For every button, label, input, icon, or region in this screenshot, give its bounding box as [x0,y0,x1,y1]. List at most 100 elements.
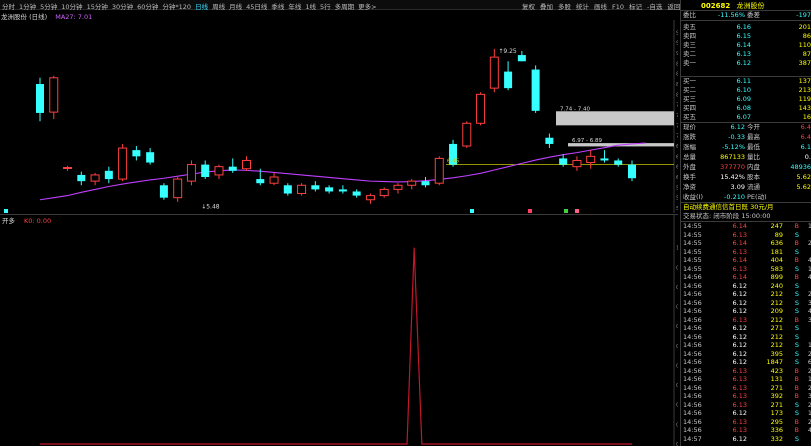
status-text: 交易状态: 闭市阶段 15:00:00 [683,212,771,220]
period-tab[interactable]: 周线 [212,3,225,11]
tick-time: 14:56 [683,307,702,315]
tick-row: 14:56 6.13 271 S 2 [681,401,811,410]
period-tab[interactable]: 分时 [2,3,15,11]
stat-row: 总量 867133 量比 0. [681,153,811,163]
sub-tick-label: 0.30 [676,383,678,389]
price-tick-label: 5.40 [676,206,678,212]
bid-volume: 137 [798,77,811,85]
tool-button[interactable]: 统计 [576,3,589,11]
tick-volume: 240 [770,281,783,290]
tick-count: 1 [807,375,811,383]
tick-price: 6.14 [732,222,747,230]
period-tab[interactable]: 15分钟 [87,3,108,11]
tool-button[interactable]: 标记 [629,3,642,11]
candle-body [256,179,265,184]
tool-button[interactable]: 叠加 [540,3,553,11]
tick-price: 6.12 [732,341,747,349]
tick-time: 14:56 [683,400,702,409]
stat-value: -5.12% [722,143,745,151]
tick-price: 6.13 [732,426,747,434]
period-tab[interactable]: 月线 [229,3,242,11]
period-tab[interactable]: 年线 [288,3,301,11]
tick-row: 14:56 6.12 212 S 3 [681,299,811,308]
stat-row: 现价 6.12 今开 6.4 [681,123,811,133]
bid-price: 6.09 [736,95,751,103]
candle-body [104,170,113,180]
tick-volume: 332 [770,434,783,443]
tick-price: 6.14 [732,256,747,264]
period-tab[interactable]: 分钟*120 [162,3,191,11]
period-tab[interactable]: 日线 [195,3,208,11]
ask-volume: 87 [802,50,811,58]
candle-body [201,164,210,177]
price-tick-label: 8.90 [676,61,678,67]
candlestick-chart[interactable]: 9.65 9.40 9.15 8.90 8.65 8.40 8.15 7.90 7.65 7.40… [0,20,678,213]
tick-direction: S [794,434,799,443]
tick-direction: S [794,290,799,298]
ask-price: 6.16 [736,23,751,31]
period-tab[interactable]: 60分钟 [137,3,158,11]
tick-time: 14:56 [683,375,702,383]
tool-button[interactable]: F10 [612,3,624,11]
tick-direction: B [794,239,799,247]
period-tab[interactable]: 1分钟 [19,3,36,11]
tool-button[interactable]: 返回 [667,3,680,11]
candle-body [36,84,44,113]
candle-body [545,137,554,144]
stat-label: 股本 [747,173,760,181]
tick-price: 6.12 [732,324,747,332]
stock-header: 002682 龙洲股份 [681,0,811,11]
tool-button[interactable]: 画线 [594,3,607,11]
tick-count: 6 [807,358,811,366]
period-tab[interactable]: 5分钟 [40,3,57,11]
tick-list[interactable]: 14:55 6.14 247 B 1 14:55 6.13 89 S 14:55 6.14 636 B 2… [681,222,811,444]
stat-label: 流通 [747,183,760,191]
tick-direction: B [794,222,799,230]
ask-label: 卖二 [683,50,696,58]
stat-label: 换手 [683,173,696,181]
tool-button[interactable]: 多股 [558,3,571,11]
signal-marker [470,209,474,213]
period-tab[interactable]: 45日线 [246,3,267,11]
status-text: 自动续费通信信首日既 30元/月 [683,203,774,211]
sub-tick-label: 0.80 [676,285,678,291]
range-label-lower: 6.97 - 6.89 [572,138,602,144]
order-diff-row: 委比 -11.56% 委差 -197 [681,11,811,20]
tick-row: 14:55 6.13 583 S 1 [681,265,811,274]
tick-direction: S [794,264,799,273]
tick-direction: B [794,383,799,392]
stat-row: 换手 15.42% 股本 5.62 [681,173,811,183]
stat-label: 内盘 [747,163,760,171]
tick-price: 6.14 [732,239,747,247]
tick-price: 6.12 [732,332,747,341]
period-tab[interactable]: 10分钟 [61,3,82,11]
quote-panel: 002682 龙洲股份 委比 -11.56% 委差 -197 卖五 6.16 201 卖四 6… [680,0,811,446]
price-tick-label: 6.15 [676,175,678,181]
tick-row: 14:56 6.12 1847 S 6 [681,358,811,367]
tick-price: 6.12 [732,349,747,358]
status-row: 交易状态: 闭市阶段 15:00:00 [681,212,811,221]
period-tab[interactable]: 1线 [305,3,316,11]
tool-button[interactable]: -自选 [647,3,662,11]
indicator-chart[interactable]: 开多 K0: 0.00 1.00 0.90 0.80 0.70 0.60 0.50 0.40 0.… [0,214,678,446]
tick-time: 14:56 [683,409,702,417]
tick-price: 6.12 [732,281,747,290]
period-tab[interactable]: 更多> [358,3,376,11]
period-tab[interactable]: 5行 [320,3,331,11]
bid-volume: 213 [798,86,811,94]
tool-buttons: 复权 叠加 多股 统计 画线 F10 标记 -自选 返回 [522,1,685,11]
period-tab[interactable]: 多周期 [335,3,355,11]
stat-label: 现价 [683,123,696,131]
tick-price: 6.13 [732,230,747,239]
status-row: 自动续费通信信首日既 30元/月 [681,203,811,212]
ask-label: 卖三 [683,41,696,49]
period-tab[interactable]: 30分钟 [112,3,133,11]
candle-body [325,187,334,192]
bid-label: 买五 [683,113,696,121]
tool-button[interactable]: 复权 [522,3,535,11]
price-tick-label: 9.40 [676,41,678,47]
stat-label: 最高 [747,133,760,141]
tick-price: 6.13 [732,375,747,383]
price-tick-label: 7.40 [676,123,678,129]
period-tab[interactable]: 季线 [271,3,284,11]
